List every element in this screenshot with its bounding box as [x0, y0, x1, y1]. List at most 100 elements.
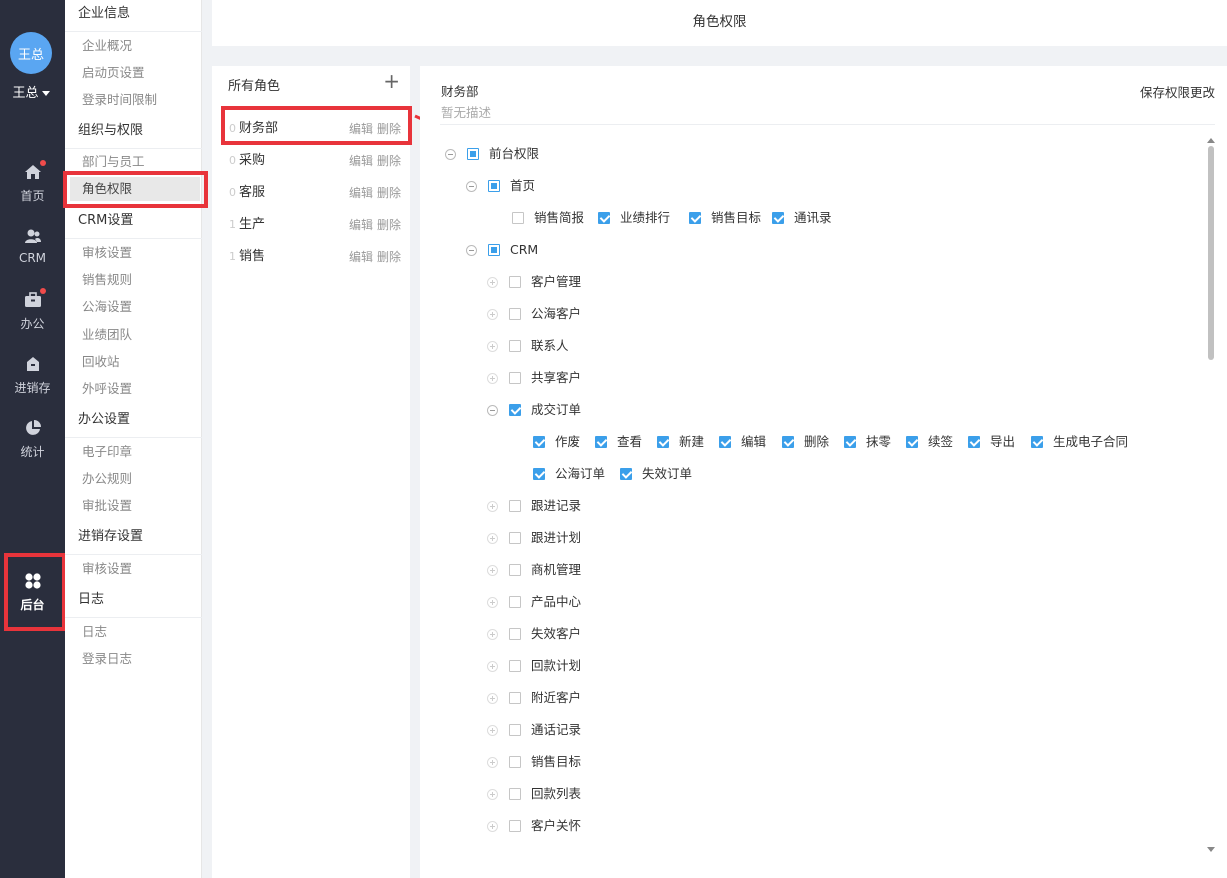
- edit-role-button[interactable]: 编辑: [349, 250, 373, 264]
- expand-icon[interactable]: [487, 277, 498, 288]
- permission-checkbox[interactable]: [509, 404, 521, 416]
- role-row[interactable]: 1 销售 编辑 删除: [212, 242, 410, 272]
- nav-item-inventory[interactable]: 进销存: [0, 355, 65, 396]
- permission-checkbox[interactable]: [509, 660, 521, 672]
- submenu-item[interactable]: 登录日志: [65, 647, 202, 671]
- permission-checkbox[interactable]: [509, 308, 521, 320]
- save-permissions-button[interactable]: 保存权限更改: [1140, 82, 1215, 101]
- edit-role-button[interactable]: 编辑: [349, 154, 373, 168]
- nav-item-home[interactable]: 首页: [0, 160, 65, 204]
- permission-checkbox[interactable]: [509, 372, 521, 384]
- expand-icon[interactable]: [487, 629, 498, 640]
- expand-icon[interactable]: [487, 501, 498, 512]
- scroll-up-arrow-icon[interactable]: [1207, 138, 1215, 143]
- delete-role-button[interactable]: 删除: [377, 186, 401, 200]
- expand-icon[interactable]: [487, 725, 498, 736]
- selected-role-name: 财务部: [441, 84, 479, 99]
- collapse-icon[interactable]: [487, 405, 498, 416]
- nav-item-stats[interactable]: 统计: [0, 419, 65, 460]
- expand-icon[interactable]: [487, 373, 498, 384]
- submenu-item[interactable]: 回收站: [65, 350, 202, 374]
- submenu-item[interactable]: 电子印章: [65, 440, 202, 464]
- permission-checkbox[interactable]: [488, 244, 500, 256]
- permission-label: 失效订单: [642, 466, 693, 481]
- permission-checkbox[interactable]: [509, 724, 521, 736]
- permission-checkbox[interactable]: [509, 340, 521, 352]
- role-name: 采购: [239, 153, 266, 168]
- edit-role-button[interactable]: 编辑: [349, 218, 373, 232]
- submenu-item[interactable]: 审核设置: [65, 241, 202, 265]
- permission-checkbox[interactable]: [906, 436, 918, 448]
- permission-checkbox[interactable]: [620, 468, 632, 480]
- submenu-item[interactable]: 日志: [65, 620, 202, 644]
- submenu-item[interactable]: 启动页设置: [65, 61, 202, 85]
- submenu-item[interactable]: 登录时间限制: [65, 88, 202, 112]
- permission-checkbox[interactable]: [509, 756, 521, 768]
- permission-checkbox[interactable]: [509, 692, 521, 704]
- delete-role-button[interactable]: 删除: [377, 218, 401, 232]
- expand-icon[interactable]: [487, 821, 498, 832]
- role-row[interactable]: 1 生产 编辑 删除: [212, 210, 410, 240]
- permission-checkbox[interactable]: [719, 436, 731, 448]
- submenu-item[interactable]: 公海设置: [65, 295, 202, 319]
- permission-checkbox[interactable]: [772, 212, 784, 224]
- expand-icon[interactable]: [487, 789, 498, 800]
- permission-checkbox[interactable]: [509, 276, 521, 288]
- collapse-icon[interactable]: [466, 181, 477, 192]
- nav-label-crm: CRM: [18, 251, 47, 265]
- permission-checkbox[interactable]: [782, 436, 794, 448]
- permission-checkbox[interactable]: [467, 148, 479, 160]
- permission-checkbox[interactable]: [844, 436, 856, 448]
- permission-label: 前台权限: [489, 146, 540, 161]
- collapse-icon[interactable]: [445, 149, 456, 160]
- delete-role-button[interactable]: 删除: [377, 250, 401, 264]
- role-row[interactable]: 0 采购 编辑 删除: [212, 146, 410, 176]
- submenu-item[interactable]: 外呼设置: [65, 377, 202, 401]
- permission-checkbox[interactable]: [689, 212, 701, 224]
- add-role-button[interactable]: +: [383, 70, 400, 92]
- permission-checkbox[interactable]: [595, 436, 607, 448]
- permission-checkbox[interactable]: [1031, 436, 1043, 448]
- expand-icon[interactable]: [487, 309, 498, 320]
- submenu-item[interactable]: 企业概况: [65, 34, 202, 58]
- permission-checkbox[interactable]: [509, 596, 521, 608]
- expand-icon[interactable]: [487, 341, 498, 352]
- expand-icon[interactable]: [487, 597, 498, 608]
- scroll-down-arrow-icon[interactable]: [1207, 847, 1215, 852]
- expand-icon[interactable]: [487, 533, 498, 544]
- role-row[interactable]: 0 客服 编辑 删除: [212, 178, 410, 208]
- delete-role-button[interactable]: 删除: [377, 154, 401, 168]
- expand-icon[interactable]: [487, 565, 498, 576]
- edit-role-button[interactable]: 编辑: [349, 186, 373, 200]
- submenu-item[interactable]: 业绩团队: [65, 323, 202, 347]
- submenu-item[interactable]: 审核设置: [65, 557, 202, 581]
- permission-checkbox[interactable]: [509, 500, 521, 512]
- permission-checkbox[interactable]: [509, 564, 521, 576]
- permission-checkbox[interactable]: [488, 180, 500, 192]
- expand-icon[interactable]: [487, 757, 498, 768]
- submenu-group-title: CRM设置: [65, 207, 202, 239]
- nav-item-crm[interactable]: CRM: [0, 227, 65, 265]
- scrollbar[interactable]: [1208, 146, 1214, 360]
- submenu-item[interactable]: 销售规则: [65, 268, 202, 292]
- collapse-icon[interactable]: [466, 245, 477, 256]
- permission-checkbox[interactable]: [598, 212, 610, 224]
- permission-checkbox[interactable]: [509, 820, 521, 832]
- submenu-item[interactable]: 审批设置: [65, 494, 202, 518]
- submenu-item[interactable]: 办公规则: [65, 467, 202, 491]
- nav-label-office: 办公: [20, 317, 45, 331]
- permission-checkbox[interactable]: [509, 788, 521, 800]
- submenu-group-title: 企业信息: [65, 0, 202, 32]
- permission-checkbox[interactable]: [512, 212, 524, 224]
- permission-checkbox[interactable]: [533, 436, 545, 448]
- user-menu[interactable]: 王总: [0, 82, 62, 101]
- permission-checkbox[interactable]: [657, 436, 669, 448]
- expand-icon[interactable]: [487, 693, 498, 704]
- permission-checkbox[interactable]: [533, 468, 545, 480]
- expand-icon[interactable]: [487, 661, 498, 672]
- nav-item-office[interactable]: 办公: [0, 288, 65, 332]
- permission-checkbox[interactable]: [509, 628, 521, 640]
- permission-checkbox[interactable]: [509, 532, 521, 544]
- permission-checkbox[interactable]: [968, 436, 980, 448]
- avatar[interactable]: 王总: [10, 32, 52, 74]
